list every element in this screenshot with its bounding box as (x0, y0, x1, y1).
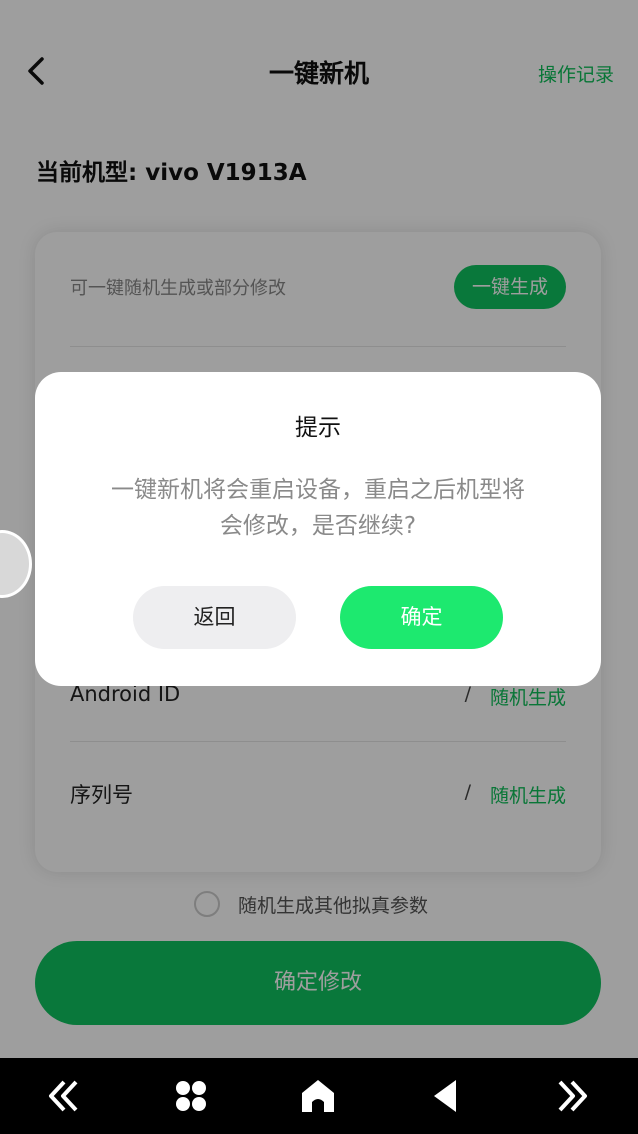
dialog-title: 提示 (295, 415, 341, 441)
dialog-message-line: 会修改，是否继续? (219, 513, 417, 539)
dialog-message-line: 一键新机将会重启设备，重启之后机型将 (111, 477, 525, 503)
home-icon[interactable] (298, 1076, 338, 1116)
dialog-message: 一键新机将会重启设备，重启之后机型将 会修改，是否继续? (75, 472, 561, 544)
dialog-ok-button[interactable]: 确定 (340, 586, 503, 649)
confirm-dialog: 提示 一键新机将会重启设备，重启之后机型将 会修改，是否继续? 返回 确定 (35, 372, 601, 686)
apps-grid-icon[interactable] (171, 1076, 211, 1116)
back-triangle-icon[interactable] (426, 1076, 466, 1116)
dialog-cancel-button[interactable]: 返回 (133, 586, 296, 649)
double-chevron-left-icon[interactable] (44, 1076, 84, 1116)
double-chevron-right-icon[interactable] (552, 1076, 592, 1116)
